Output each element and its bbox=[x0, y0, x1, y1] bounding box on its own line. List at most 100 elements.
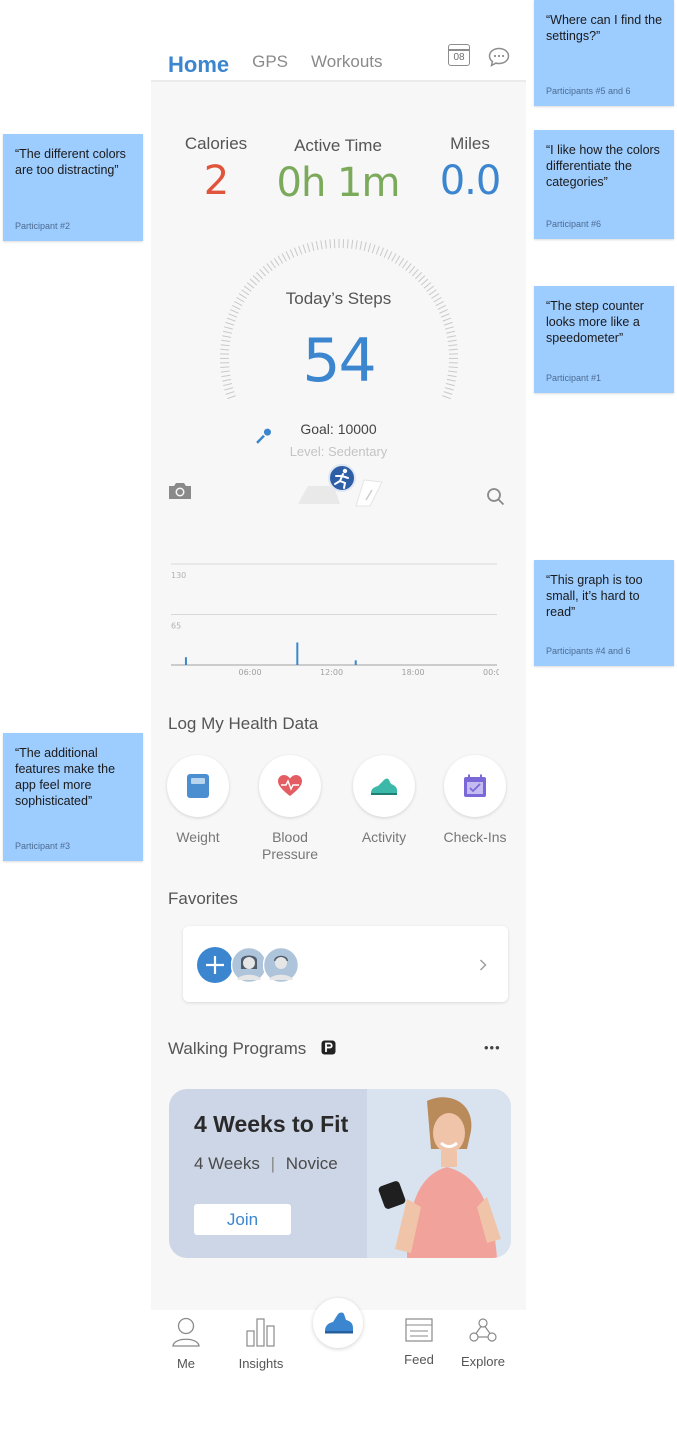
phone-screen: Home GPS Workouts 08 Calories 2 Active T… bbox=[151, 0, 526, 1442]
gauge-tick bbox=[387, 251, 393, 260]
gauge-tick bbox=[415, 272, 423, 280]
sneaker-icon bbox=[371, 778, 397, 795]
tab-home[interactable]: Home bbox=[168, 52, 230, 82]
gauge-tick bbox=[405, 263, 412, 271]
program-title: 4 Weeks to Fit bbox=[194, 1111, 349, 1137]
gauge-tick bbox=[266, 263, 273, 271]
gauge-tick bbox=[285, 251, 291, 260]
favorites-card[interactable] bbox=[183, 926, 508, 1002]
activity-label: Activity bbox=[361, 829, 407, 845]
program-separator: | bbox=[270, 1154, 275, 1173]
nav-explore[interactable]: Explore bbox=[448, 1317, 518, 1369]
friend-avatar-icon[interactable] bbox=[231, 947, 267, 983]
nav-explore-label: Explore bbox=[460, 1354, 506, 1369]
x-tick-label: 00:00 bbox=[483, 668, 499, 677]
bar-chart-icon bbox=[246, 1318, 275, 1347]
x-tick-label: 12:00 bbox=[320, 668, 343, 677]
nav-activity-center[interactable] bbox=[313, 1298, 363, 1348]
gauge-tick bbox=[440, 313, 450, 318]
add-favorite-icon[interactable] bbox=[197, 947, 233, 983]
program-card[interactable]: 4 Weeks to Fit 4 Weeks | Novice Join bbox=[169, 1089, 511, 1258]
note-quote: “The step counter looks more like a spee… bbox=[546, 299, 644, 345]
nav-feed-label: Feed bbox=[404, 1352, 434, 1367]
note-quote: “This graph is too small, it’s hard to r… bbox=[546, 573, 643, 619]
sticky-note: “The different colors are too distractin… bbox=[3, 134, 143, 241]
heart-icon bbox=[278, 775, 302, 796]
note-quote: “I like how the colors differentiate the… bbox=[546, 143, 660, 189]
check-ins-button[interactable]: Check-Ins bbox=[435, 755, 515, 846]
gauge-tick bbox=[281, 253, 287, 262]
bottom-nav: Me Insights Feed Explore bbox=[151, 1298, 526, 1372]
calories-stat[interactable]: Calories 2 bbox=[171, 134, 261, 204]
note-participant: Participant #2 bbox=[15, 221, 71, 231]
tab-bar: Home GPS Workouts bbox=[168, 44, 406, 82]
x-tick-label: 06:00 bbox=[239, 668, 262, 677]
note-participant: Participant #3 bbox=[15, 841, 71, 851]
calendar-icon[interactable]: 08 bbox=[448, 44, 470, 66]
gauge-tick bbox=[255, 272, 263, 280]
gauge-tick bbox=[273, 257, 280, 267]
more-options-button[interactable]: ••• bbox=[484, 1040, 501, 1055]
camera-icon[interactable] bbox=[167, 481, 193, 501]
gauge-tick bbox=[355, 240, 358, 250]
chart-bar bbox=[354, 660, 357, 665]
gauge-tick bbox=[442, 317, 452, 322]
steps-chart[interactable]: 130 65 06:00 12:00 18:00 00:00 bbox=[169, 560, 499, 680]
active-time-stat[interactable]: Active Time 0h 1m bbox=[268, 136, 408, 206]
note-participant: Participants #5 and 6 bbox=[546, 86, 631, 96]
nav-insights[interactable]: Insights bbox=[226, 1317, 296, 1371]
calendar-day: 08 bbox=[453, 52, 465, 63]
gauge-tick bbox=[306, 243, 311, 253]
chat-icon[interactable] bbox=[488, 47, 510, 67]
sticky-note: “This graph is too small, it’s hard to r… bbox=[534, 560, 674, 666]
gauge-tick bbox=[439, 309, 448, 314]
activity-character-icon[interactable] bbox=[294, 462, 386, 508]
calories-value: 2 bbox=[203, 158, 229, 204]
nav-feed[interactable]: Feed bbox=[384, 1317, 454, 1367]
gauge-tick bbox=[230, 309, 239, 314]
gauge-tick bbox=[302, 244, 307, 254]
active-time-value: 0h 1m bbox=[276, 160, 401, 206]
weight-button[interactable]: Weight bbox=[158, 755, 238, 846]
gauge-tick bbox=[391, 253, 397, 262]
gauge-tick bbox=[311, 242, 315, 252]
gauge-tick bbox=[269, 260, 277, 269]
favorites-title: Favorites bbox=[168, 889, 238, 908]
steps-level: Level: Sedentary bbox=[289, 444, 388, 459]
tab-workouts[interactable]: Workouts bbox=[311, 52, 383, 82]
note-quote: “Where can I find the settings?” bbox=[546, 13, 663, 43]
chart-bar bbox=[296, 642, 299, 665]
search-icon[interactable] bbox=[486, 487, 505, 506]
gauge-tick bbox=[227, 395, 236, 400]
chevron-right-icon[interactable] bbox=[479, 959, 487, 971]
bottom-blank bbox=[151, 1372, 526, 1442]
friend-avatar-icon[interactable] bbox=[263, 947, 299, 983]
y-tick-label: 65 bbox=[171, 622, 181, 631]
join-button[interactable]: Join bbox=[194, 1204, 291, 1235]
nav-insights-label: Insights bbox=[238, 1356, 284, 1371]
miles-label: Miles bbox=[450, 134, 490, 153]
x-tick-label: 18:00 bbox=[402, 668, 425, 677]
nav-me[interactable]: Me bbox=[151, 1315, 221, 1371]
program-level: Novice bbox=[285, 1154, 338, 1173]
blood-pressure-button[interactable]: Blood Pressure bbox=[250, 755, 330, 863]
sneaker-icon bbox=[325, 1312, 353, 1334]
note-participant: Participants #4 and 6 bbox=[546, 646, 631, 656]
gauge-tick bbox=[442, 395, 451, 400]
gauge-tick bbox=[411, 268, 419, 277]
activity-button[interactable]: Activity bbox=[344, 755, 424, 846]
gauge-tick bbox=[320, 240, 323, 250]
tab-gps[interactable]: GPS bbox=[252, 52, 288, 82]
gauge-tick bbox=[398, 257, 405, 267]
checklist-calendar-icon bbox=[464, 774, 486, 797]
gauge-tick bbox=[225, 321, 235, 326]
sticky-note: “Where can I find the settings?” Partici… bbox=[534, 0, 674, 106]
miles-stat[interactable]: Miles 0.0 bbox=[425, 134, 515, 204]
gauge-tick bbox=[249, 278, 258, 286]
steps-value: 54 bbox=[302, 326, 376, 396]
gauge-tick bbox=[443, 321, 453, 326]
chart-bar bbox=[184, 657, 187, 665]
gauge-tick bbox=[401, 260, 409, 269]
gauge-tick bbox=[371, 244, 376, 254]
walking-programs-title: Walking Programs bbox=[168, 1039, 307, 1058]
